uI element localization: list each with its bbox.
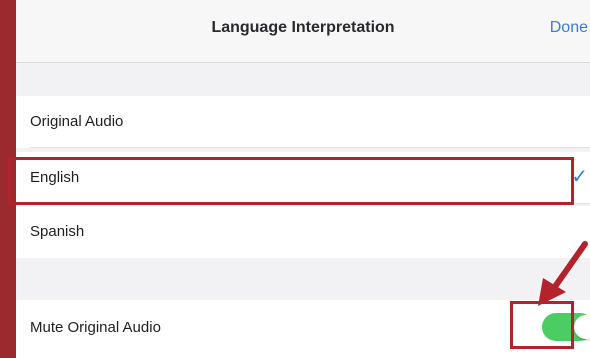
mute-original-audio-row: Mute Original Audio [16,300,590,358]
english-highlight-box [8,157,574,205]
toggle-knob [574,315,590,339]
mute-original-audio-label: Mute Original Audio [30,319,161,336]
done-button[interactable]: Done [550,19,590,37]
page-title: Language Interpretation [211,19,395,36]
row-divider [30,147,590,148]
language-option-spanish[interactable]: Spanish [16,206,590,258]
language-option-label: Spanish [30,223,85,240]
language-option-original-audio[interactable]: Original Audio [16,96,590,148]
navigation-bar: Language Interpretation Done [16,0,590,63]
red-arrow-icon [538,241,588,306]
language-option-label: Original Audio [30,113,124,130]
